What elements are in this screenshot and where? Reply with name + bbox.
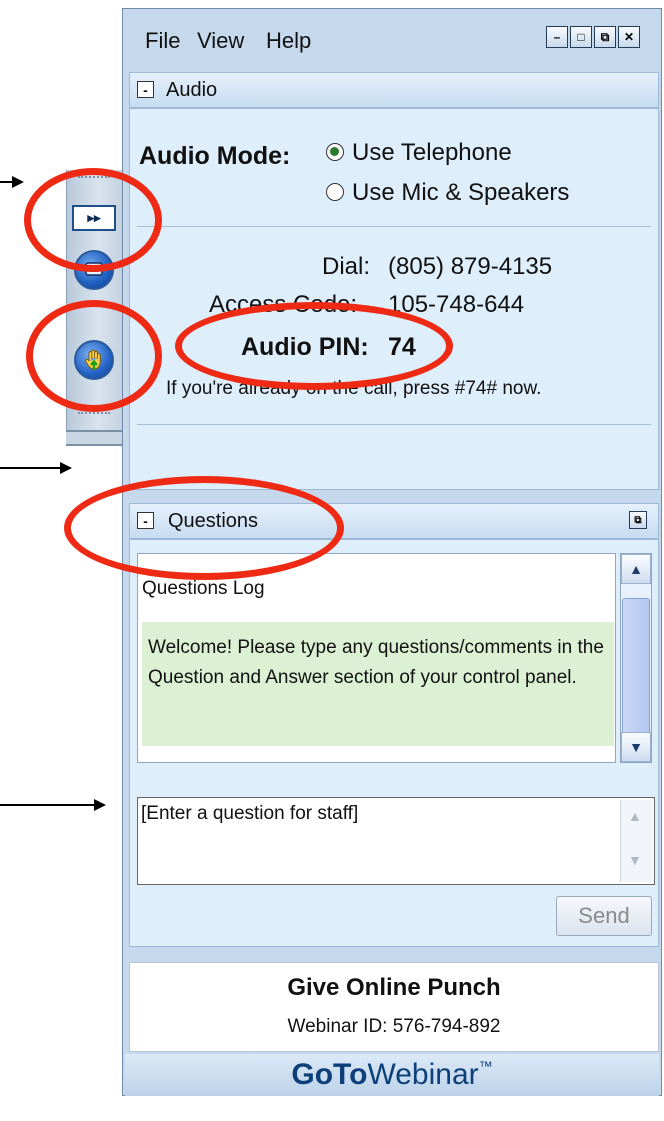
welcome-message: Welcome! Please type any questions/comme…: [148, 637, 604, 688]
logo-goto: GoTo: [291, 1058, 368, 1091]
close-icon: ✕: [623, 30, 635, 44]
annotation-arrow-line: [0, 804, 94, 806]
telephone-radio[interactable]: [326, 143, 344, 161]
annotation-arrowhead: [94, 799, 106, 811]
audio-collapse-button[interactable]: -: [137, 81, 154, 98]
maximize-icon: □: [577, 30, 585, 44]
toolbar-grip-bottom[interactable]: [78, 412, 110, 418]
webinar-id: Webinar ID: 576-794-892: [287, 1016, 501, 1037]
chevron-up-icon[interactable]: ▲: [628, 808, 642, 824]
audio-divider-bottom: [137, 424, 651, 425]
chevron-up-icon: ▲: [629, 561, 643, 577]
minimize-icon: –: [553, 30, 561, 44]
questions-log-title: Questions Log: [142, 578, 265, 599]
logo-tm: ™: [478, 1058, 493, 1074]
annotation-arrowhead: [12, 176, 24, 188]
gotowebinar-logo: GoToWebinar™: [125, 1058, 659, 1092]
annotation-arrow-line: [0, 467, 60, 469]
chevron-down-icon: ▼: [629, 739, 643, 755]
popout-button[interactable]: ⧉: [594, 26, 616, 48]
dial-number: (805) 879-4135: [388, 253, 553, 280]
popout-icon: ⧉: [600, 29, 610, 44]
annotation-circle-pin: [175, 302, 453, 390]
mic-speakers-radio[interactable]: [326, 183, 344, 201]
popout-icon: ⧉: [634, 514, 642, 526]
menu-view[interactable]: View: [197, 28, 244, 54]
mic-speakers-option-label[interactable]: Use Mic & Speakers: [352, 179, 569, 207]
scroll-down-button[interactable]: ▼: [621, 732, 651, 762]
toolbar-resize-handle[interactable]: [66, 430, 122, 446]
chevron-down-icon[interactable]: ▼: [628, 852, 642, 868]
send-button[interactable]: Send: [556, 896, 652, 936]
minimize-button[interactable]: –: [546, 26, 568, 48]
menu-file[interactable]: File: [145, 28, 180, 54]
telephone-option-label[interactable]: Use Telephone: [352, 139, 512, 167]
questions-popout-button[interactable]: ⧉: [629, 511, 647, 529]
annotation-circle-toolbar: [24, 168, 162, 272]
scroll-thumb[interactable]: [622, 598, 650, 744]
maximize-button[interactable]: □: [570, 26, 592, 48]
annotation-arrow-line: [0, 181, 12, 183]
annotation-arrowhead: [60, 462, 72, 474]
question-input-placeholder[interactable]: [Enter a question for staff]: [141, 803, 358, 825]
dial-label: Dial:: [322, 253, 371, 280]
menu-help[interactable]: Help: [266, 28, 311, 54]
send-button-label: Send: [578, 903, 630, 928]
annotation-circle-hand: [26, 300, 162, 412]
webinar-title: Give Online Punch: [287, 974, 501, 1001]
audio-mode-label: Audio Mode:: [139, 142, 291, 170]
logo-webinar: Webinar: [367, 1058, 479, 1091]
minus-icon: -: [143, 81, 148, 98]
annotation-circle-questions: [64, 476, 344, 580]
close-button[interactable]: ✕: [618, 26, 640, 48]
audio-panel-title: Audio: [166, 79, 218, 101]
audio-divider: [137, 226, 651, 227]
scroll-up-button[interactable]: ▲: [621, 554, 651, 584]
